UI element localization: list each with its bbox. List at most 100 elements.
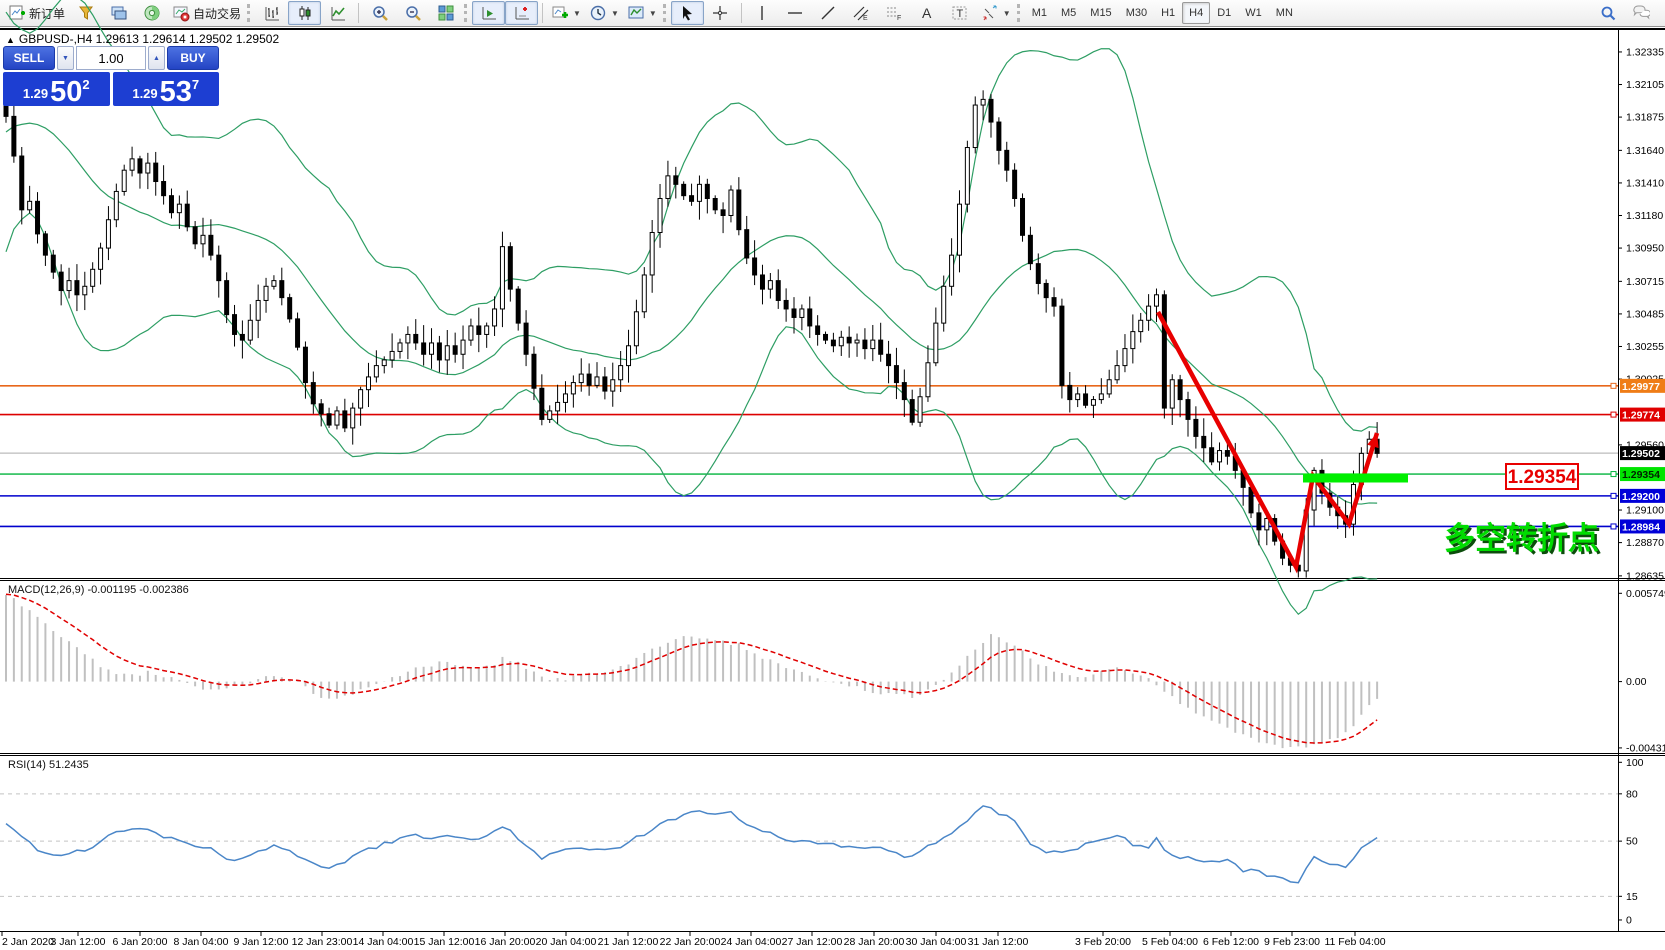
- candle-body: [1004, 149, 1010, 171]
- candle-body: [1020, 198, 1026, 236]
- candle-body: [27, 200, 33, 211]
- candle-body: [436, 342, 442, 361]
- time-tick-label: 6 Feb 12:00: [1203, 936, 1259, 948]
- candle-body: [200, 234, 206, 245]
- price-tick-label: 1.28870: [1626, 537, 1664, 549]
- candle-body: [578, 373, 584, 384]
- candle-body: [775, 280, 781, 301]
- candle-body: [11, 115, 17, 157]
- volume-up-button[interactable]: ▲: [148, 46, 165, 70]
- candle-body: [421, 342, 427, 355]
- candle-body: [846, 336, 852, 344]
- rsi-pane: 100 80 50 15 0: [0, 757, 1644, 926]
- candle-body: [507, 246, 513, 290]
- candle-body: [397, 342, 403, 352]
- candle-body: [1098, 393, 1104, 401]
- time-tick-label: 22 Jan 20:00: [660, 936, 721, 948]
- candle-body: [373, 365, 379, 378]
- price-level-badge-text: 1.28984: [1622, 521, 1660, 533]
- volume-input[interactable]: 1.00: [76, 46, 146, 70]
- candle-body: [1161, 294, 1167, 409]
- rsi-tick-label: 15: [1626, 891, 1638, 903]
- candlesticks: [3, 84, 1380, 578]
- candle-body: [1138, 319, 1144, 333]
- candle-body: [1153, 294, 1159, 307]
- candle-body: [799, 308, 805, 318]
- candle-body: [657, 198, 663, 233]
- time-tick-label: 9 Feb 23:00: [1264, 936, 1320, 948]
- candle-body: [586, 373, 592, 386]
- candle-body: [807, 308, 813, 327]
- candle-body: [783, 299, 789, 310]
- horizontal-level-lines[interactable]: [0, 382, 1618, 530]
- candle-body: [917, 396, 923, 423]
- candle-body: [176, 203, 182, 214]
- time-axis[interactable]: 2 Jan 20203 Jan 12:00 6 Jan 20:00 8 Jan 04…: [1, 932, 1386, 948]
- candle-body: [696, 183, 702, 202]
- candle-body: [121, 169, 127, 192]
- time-tick-label: 2 Jan 2020: [2, 936, 54, 948]
- candle-body: [901, 382, 907, 401]
- candle-body: [618, 365, 624, 381]
- candle-body: [1130, 331, 1136, 350]
- buy-button[interactable]: BUY: [167, 46, 219, 70]
- candle-body: [90, 268, 96, 287]
- rsi-line: [5, 805, 1378, 884]
- macd-label: MACD(12,26,9) -0.001195 -0.002386: [8, 584, 189, 596]
- candle-body: [838, 336, 844, 347]
- candle-body: [145, 162, 151, 174]
- candle-body: [82, 285, 88, 296]
- candle-body: [216, 254, 222, 282]
- candle-body: [956, 203, 962, 256]
- candle-body: [893, 365, 899, 384]
- price-tick-label: 1.29100: [1626, 505, 1664, 517]
- candle-body: [1012, 169, 1018, 200]
- line-anchor-handle[interactable]: [1610, 471, 1617, 478]
- candle-body: [767, 280, 773, 290]
- price-tick-label: 1.31410: [1626, 177, 1664, 189]
- candle-body: [562, 393, 568, 403]
- price-level-badge-text: 1.29977: [1622, 381, 1660, 393]
- chart-canvas[interactable]: 1.29354多空转折点多空转折点1.323351.321051.318751.…: [0, 0, 1665, 950]
- bollinger-middle-band: [5, 122, 1378, 505]
- candle-body: [302, 346, 308, 384]
- time-tick-label: 8 Jan 04:00: [174, 936, 229, 948]
- rsi-tick-label: 0: [1626, 914, 1632, 926]
- candle-body: [823, 333, 829, 341]
- candle-body: [673, 175, 679, 185]
- candle-body: [153, 162, 159, 183]
- candle-body: [1114, 365, 1120, 381]
- candle-body: [184, 203, 190, 228]
- line-anchor-handle[interactable]: [1610, 411, 1617, 418]
- line-anchor-handle[interactable]: [1610, 492, 1617, 499]
- candle-body: [681, 183, 687, 197]
- time-tick-label: 24 Jan 04:00: [721, 936, 782, 948]
- candle-body: [712, 198, 718, 211]
- candle-body: [862, 339, 868, 350]
- line-anchor-handle[interactable]: [1610, 382, 1617, 389]
- price-tick-label: 1.30485: [1626, 308, 1664, 320]
- sell-button[interactable]: SELL: [3, 46, 55, 70]
- candle-body: [484, 325, 490, 335]
- candle-body: [641, 274, 647, 313]
- buy-price-button[interactable]: 1.29 53 7: [112, 72, 219, 106]
- line-anchor-handle[interactable]: [1610, 523, 1617, 530]
- candle-body: [334, 410, 340, 426]
- candle-body: [1169, 379, 1175, 409]
- candle-body: [933, 322, 939, 364]
- price-axis[interactable]: 1.32335 1.32105 1.31875 1.31640 1.31410 1.311…: [1618, 46, 1665, 582]
- candle-body: [996, 121, 1002, 151]
- time-tick-label: 27 Jan 12:00: [782, 936, 843, 948]
- time-tick-label: 28 Jan 20:00: [844, 936, 905, 948]
- candle-body: [689, 195, 695, 202]
- candle-body: [878, 339, 884, 355]
- price-tick-label: 1.32105: [1626, 79, 1664, 91]
- sell-price-button[interactable]: 1.29 50 2: [3, 72, 110, 106]
- candle-body: [886, 353, 892, 367]
- volume-down-button[interactable]: ▼: [57, 46, 74, 70]
- one-click-trading-panel: SELL ▼ 1.00 ▲ BUY 1.29 50 2 1.29 53 7: [3, 46, 219, 106]
- collapse-icon[interactable]: ▲: [6, 35, 15, 45]
- candle-body: [1051, 297, 1057, 307]
- annotation-text[interactable]: 多空转折点: [1444, 521, 1599, 556]
- candle-body: [113, 190, 119, 221]
